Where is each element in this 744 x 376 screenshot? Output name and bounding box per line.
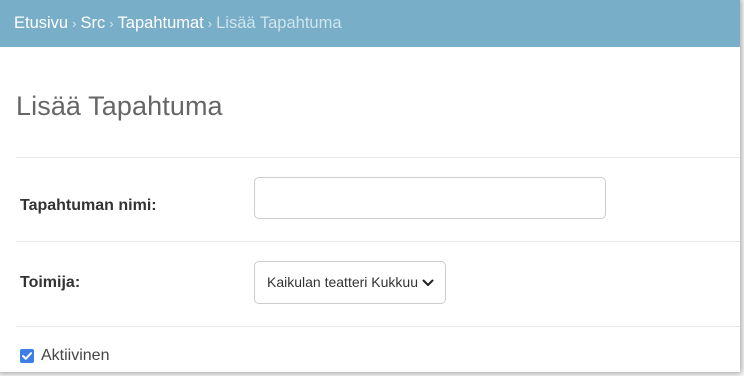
checkmark-icon [22, 352, 32, 360]
breadcrumb-model-link[interactable]: Tapahtumat [118, 14, 204, 32]
event-name-input[interactable] [254, 177, 606, 219]
actor-select-value: Kaikulan teatteri Kukkuu [267, 274, 418, 290]
page-title: Lisää Tapahtuma [16, 91, 223, 121]
active-checkbox-row[interactable]: Aktiivinen [20, 347, 109, 365]
form-row-divider [16, 157, 740, 158]
event-name-label: Tapahtuman nimi: [20, 197, 157, 214]
breadcrumb-separator: › [109, 16, 114, 31]
breadcrumb-app-link[interactable]: Src [80, 14, 105, 32]
breadcrumb-current: Lisää Tapahtuma [216, 14, 342, 32]
chevron-down-icon [421, 262, 435, 303]
form-row-divider [16, 241, 740, 242]
form-row-divider [16, 326, 740, 327]
actor-label: Toimija: [20, 274, 81, 291]
breadcrumb-home-link[interactable]: Etusivu [14, 14, 68, 32]
admin-window: Etusivu › Src › Tapahtumat › Lisää Tapahtuma L… [0, 0, 740, 372]
breadcrumb-separator: › [207, 16, 213, 31]
actor-select[interactable]: Kaikulan teatteri Kukkuu [254, 261, 446, 304]
active-checkbox[interactable] [20, 349, 34, 363]
active-checkbox-label: Aktiivinen [41, 347, 110, 364]
breadcrumb: Etusivu › Src › Tapahtumat › Lisää Tapahtuma [0, 0, 740, 47]
breadcrumb-separator: › [72, 16, 77, 31]
